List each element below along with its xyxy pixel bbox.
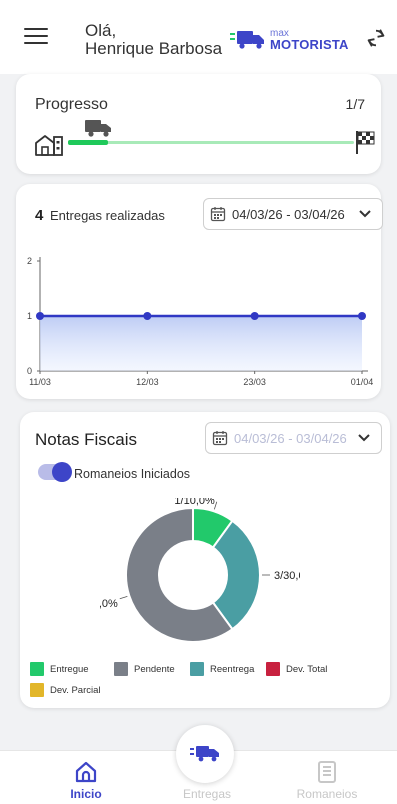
legend-item: Dev. Total xyxy=(266,662,327,676)
deliveries-count: 4 xyxy=(35,207,44,224)
calendar-icon xyxy=(210,207,226,222)
toggle-knob xyxy=(52,462,72,482)
app-header: Olá, Henrique Barbosa max MOTORISTA xyxy=(0,0,397,74)
legend-swatch xyxy=(30,662,44,676)
nav-romaneios[interactable]: Romaneios xyxy=(287,755,367,801)
greeting-line1: Olá, xyxy=(85,21,117,40)
data-point xyxy=(250,312,259,320)
truck-icon xyxy=(190,746,219,762)
y-tick-label: 1 xyxy=(27,311,32,321)
document-icon xyxy=(318,761,336,783)
nav-romaneios-label: Romaneios xyxy=(296,787,358,801)
chevron-down-icon xyxy=(359,210,371,218)
date-range-text: 04/03/26 - 03/04/26 xyxy=(232,206,345,222)
notas-donut-chart: 1/10,0% 3/30,0% 6/60,0% xyxy=(100,498,300,643)
y-tick-label: 2 xyxy=(27,256,32,266)
y-tick-label: 0 xyxy=(27,366,32,376)
data-point xyxy=(143,312,152,320)
truck-logo-icon xyxy=(230,31,264,49)
user-name: Henrique Barbosa xyxy=(85,39,223,58)
legend-swatch xyxy=(190,662,204,676)
checkered-flag-icon xyxy=(356,131,375,154)
x-tick-label: 23/03 xyxy=(243,377,266,387)
legend-swatch xyxy=(114,662,128,676)
deliveries-line-chart: 0 1 2 11/03 12/03 23/03 01/04 xyxy=(27,256,374,387)
house-icon xyxy=(35,135,63,156)
hamburger-menu-icon[interactable] xyxy=(24,28,48,48)
nav-home-label: Inicio xyxy=(70,787,102,801)
legend-item: Dev. Parcial xyxy=(30,683,101,697)
legend-label: Reentrega xyxy=(210,663,255,675)
sync-icon[interactable] xyxy=(365,27,387,49)
progress-card: Progresso 1/7 xyxy=(16,74,381,174)
legend-item: Reentrega xyxy=(190,662,254,676)
chevron-down-icon xyxy=(358,434,370,442)
notas-title: Notas Fiscais xyxy=(35,430,138,449)
x-tick-label: 01/04 xyxy=(351,377,374,387)
legend-item: Entregue xyxy=(30,662,89,676)
deliveries-card: 4 Entregas realizadas 04/03/26 - 03/04/2… xyxy=(16,184,383,399)
toggle-label: Romaneios Iniciados xyxy=(74,467,191,481)
brand-logo: max MOTORISTA xyxy=(230,28,349,52)
notas-date-range-text: 04/03/26 - 03/04/26 xyxy=(234,430,347,446)
x-tick-label: 11/03 xyxy=(29,377,51,387)
nav-entregas-label: Entregas xyxy=(182,787,232,801)
series-area xyxy=(40,316,362,371)
slice-label: 1/10,0% xyxy=(174,498,215,507)
brand-name: MOTORISTA xyxy=(270,37,349,52)
slice-label: 6/60,0% xyxy=(100,598,118,610)
greeting: Olá, Henrique Barbosa xyxy=(85,22,222,58)
date-range-selector[interactable]: 04/03/26 - 03/04/26 xyxy=(203,198,383,230)
nav-home[interactable]: Inicio xyxy=(46,755,126,801)
slice-leader-line xyxy=(119,595,128,600)
x-tick-label: 12/03 xyxy=(136,377,159,387)
progress-track xyxy=(68,141,354,144)
legend-item: Pendente xyxy=(114,662,175,676)
notas-fiscais-card: Notas Fiscais 04/03/26 - 03/04/26 Romane… xyxy=(20,412,390,708)
calendar-icon xyxy=(212,431,228,446)
notas-date-range-selector[interactable]: 04/03/26 - 03/04/26 xyxy=(205,422,382,454)
data-point xyxy=(36,312,44,320)
entregas-fab-button[interactable] xyxy=(176,725,234,783)
progress-count: 1/7 xyxy=(345,96,365,112)
legend-swatch xyxy=(30,683,44,697)
progress-title: Progresso xyxy=(35,96,108,113)
legend-label: Pendente xyxy=(134,663,175,675)
legend-label: Entregue xyxy=(50,663,89,675)
romaneios-toggle[interactable] xyxy=(38,462,72,482)
delivery-truck-icon xyxy=(85,120,111,137)
legend-label: Dev. Total xyxy=(286,663,328,675)
data-point xyxy=(358,312,366,320)
slice-label: 3/30,0% xyxy=(274,570,300,582)
deliveries-label: Entregas realizadas xyxy=(50,208,165,223)
progress-fill xyxy=(68,140,108,145)
legend-label: Dev. Parcial xyxy=(50,684,101,696)
legend-swatch xyxy=(266,662,280,676)
home-icon xyxy=(75,761,97,783)
